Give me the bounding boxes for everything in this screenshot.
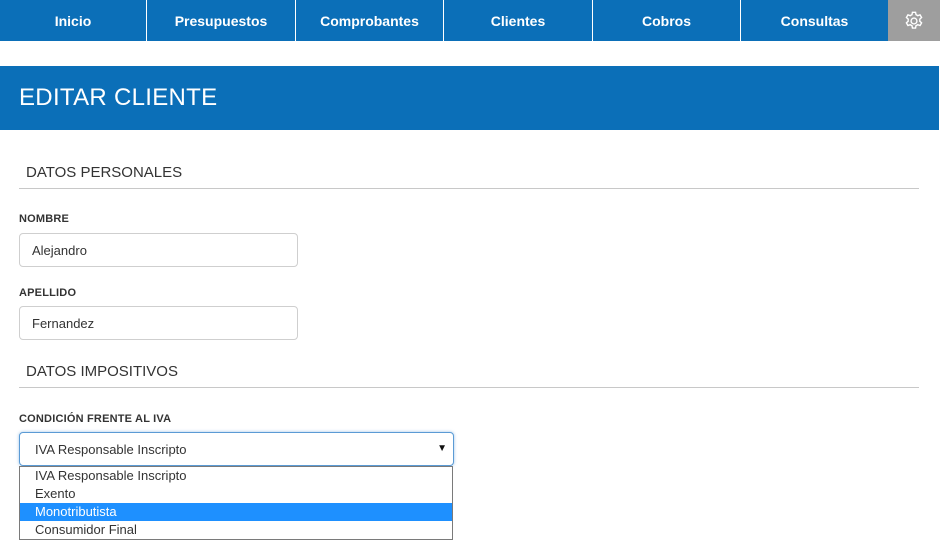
page-title: EDITAR CLIENTE [19, 84, 218, 111]
iva-label: CONDICIÓN FRENTE AL IVA [19, 413, 172, 425]
nav-consultas[interactable]: Consultas [741, 0, 888, 41]
nav-inicio[interactable]: Inicio [0, 0, 147, 41]
page-header: EDITAR CLIENTE [0, 66, 939, 130]
settings-button[interactable] [888, 0, 940, 41]
top-navigation: Inicio Presupuestos Comprobantes Cliente… [0, 0, 940, 41]
apellido-input[interactable] [19, 306, 298, 340]
nav-presupuestos[interactable]: Presupuestos [147, 0, 296, 41]
nombre-input[interactable] [19, 233, 298, 267]
apellido-label: APELLIDO [19, 287, 77, 299]
nav-cobros[interactable]: Cobros [593, 0, 741, 41]
iva-option-exento[interactable]: Exento [20, 485, 452, 503]
section-title-tax: DATOS IMPOSITIVOS [19, 363, 919, 388]
nav-comprobantes[interactable]: Comprobantes [296, 0, 444, 41]
iva-option-responsable-inscripto[interactable]: IVA Responsable Inscripto [20, 467, 452, 485]
section-title-personal: DATOS PERSONALES [19, 164, 919, 189]
nombre-label: NOMBRE [19, 213, 70, 225]
iva-selected-value: IVA Responsable Inscripto [35, 441, 187, 457]
caret-down-icon: ▼ [437, 443, 447, 454]
iva-dropdown-list: IVA Responsable Inscripto Exento Monotri… [19, 466, 453, 540]
nav-clientes[interactable]: Clientes [444, 0, 593, 41]
iva-select[interactable]: IVA Responsable Inscripto ▼ [19, 432, 454, 466]
gear-icon [905, 11, 923, 29]
iva-option-monotributista[interactable]: Monotributista [20, 503, 452, 521]
iva-option-consumidor-final[interactable]: Consumidor Final [20, 521, 452, 539]
